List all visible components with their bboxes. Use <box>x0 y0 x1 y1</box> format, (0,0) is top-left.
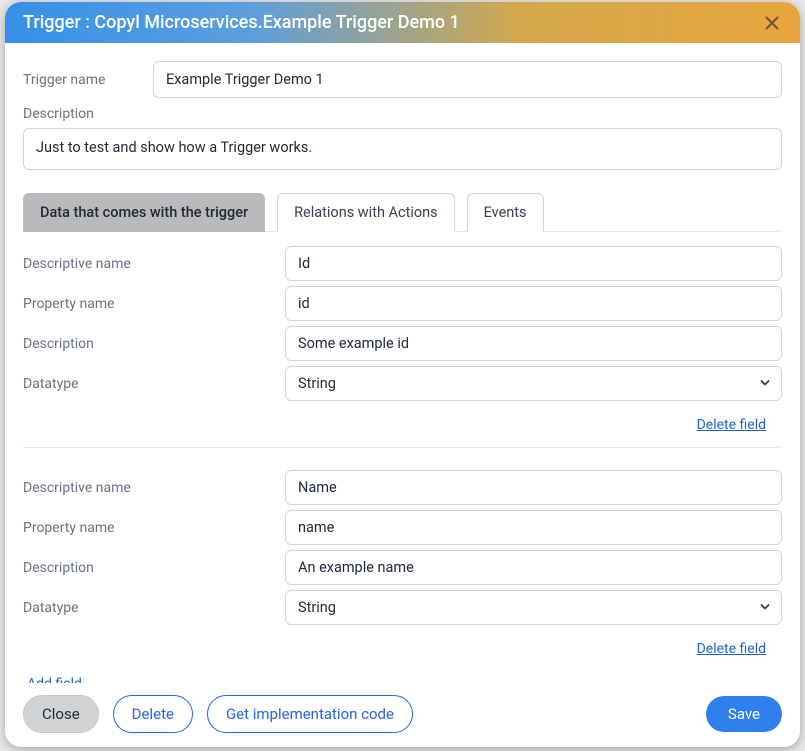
field-description-label: Description <box>23 336 285 352</box>
description-block: Description Just to test and show how a … <box>23 106 782 170</box>
property-name-input[interactable] <box>285 510 782 545</box>
tab-relations[interactable]: Relations with Actions <box>277 193 455 232</box>
property-name-label: Property name <box>23 520 285 536</box>
close-icon[interactable] <box>762 13 782 33</box>
datatype-label: Datatype <box>23 376 285 392</box>
close-button[interactable]: Close <box>23 695 99 733</box>
delete-field-link[interactable]: Delete field <box>697 641 766 657</box>
description-input[interactable]: Just to test and show how a Trigger work… <box>23 128 782 170</box>
property-name-label: Property name <box>23 296 285 312</box>
field-description-input[interactable] <box>285 326 782 361</box>
field-block: Descriptive name Property name Descripti… <box>23 470 782 671</box>
descriptive-name-input[interactable] <box>285 470 782 505</box>
save-button[interactable]: Save <box>706 696 782 732</box>
datatype-select[interactable]: String <box>285 590 782 625</box>
trigger-name-label: Trigger name <box>23 72 153 88</box>
descriptive-name-label: Descriptive name <box>23 256 285 272</box>
tab-events[interactable]: Events <box>467 193 544 232</box>
add-field-link[interactable]: Add field <box>27 676 82 683</box>
modal-body: Trigger name Description Just to test an… <box>5 43 800 683</box>
modal-footer: Close Delete Get implementation code Sav… <box>5 683 800 747</box>
field-description-input[interactable] <box>285 550 782 585</box>
descriptive-name-input[interactable] <box>285 246 782 281</box>
delete-field-link[interactable]: Delete field <box>697 417 766 433</box>
modal-header: Trigger : Copyl Microservices.Example Tr… <box>5 2 800 43</box>
description-label: Description <box>23 106 782 122</box>
field-divider <box>23 447 782 448</box>
datatype-select[interactable]: String <box>285 366 782 401</box>
trigger-modal: Trigger : Copyl Microservices.Example Tr… <box>5 2 800 747</box>
trigger-name-input[interactable] <box>153 61 782 98</box>
get-code-button[interactable]: Get implementation code <box>207 695 413 733</box>
tab-data[interactable]: Data that comes with the trigger <box>23 193 265 232</box>
tabs: Data that comes with the trigger Relatio… <box>23 192 782 232</box>
field-block: Descriptive name Property name Descripti… <box>23 246 782 447</box>
datatype-label: Datatype <box>23 600 285 616</box>
delete-button[interactable]: Delete <box>113 695 193 733</box>
field-description-label: Description <box>23 560 285 576</box>
trigger-name-row: Trigger name <box>23 61 782 98</box>
descriptive-name-label: Descriptive name <box>23 480 285 496</box>
modal-title: Trigger : Copyl Microservices.Example Tr… <box>23 12 460 33</box>
property-name-input[interactable] <box>285 286 782 321</box>
